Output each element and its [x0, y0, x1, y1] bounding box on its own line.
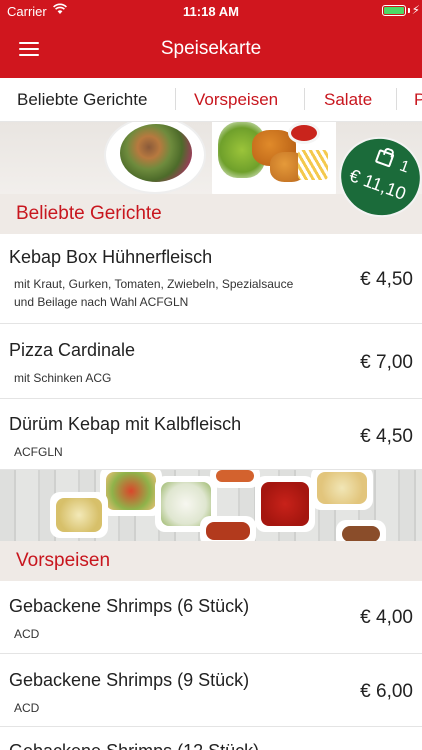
menu-item[interactable]: Gebackene Shrimps (6 Stück) ACD € 4,00: [0, 581, 422, 654]
starter-bowl-image: [200, 516, 256, 541]
status-bar: Carrier 11:18 AM ⚡: [0, 0, 422, 22]
tab-next-category[interactable]: P: [414, 90, 422, 110]
item-name: Kebap Box Hühnerfleisch: [9, 247, 213, 267]
tab-divider: [175, 88, 176, 110]
status-time: 11:18 AM: [183, 4, 239, 19]
tab-salate[interactable]: Salate: [324, 90, 372, 110]
item-price: € 4,50: [360, 269, 413, 290]
shopping-bag-icon: [374, 148, 395, 168]
item-name: Gebackene Shrimps (12 Stück): [9, 741, 259, 750]
item-name: Gebackene Shrimps (9 Stück): [9, 670, 250, 690]
menu-item[interactable]: Gebackene Shrimps (12 Stück): [0, 727, 422, 750]
category-tabs: Beliebte Gerichte Vorspeisen Salate P: [0, 78, 422, 122]
tab-divider: [304, 88, 305, 110]
starter-bowl-image: [336, 520, 386, 541]
app-header: Carrier 11:18 AM ⚡ Speisekarte: [0, 0, 422, 78]
cart-count: 1: [397, 157, 412, 177]
item-description: ACD: [14, 701, 40, 715]
section-title: Vorspeisen: [16, 550, 111, 571]
chicken-plate-image: [212, 122, 336, 194]
item-description: mit Kraut, Gurken, Tomaten, Zwiebeln, Sp…: [14, 277, 294, 309]
item-price: € 4,00: [360, 607, 413, 628]
starter-bowl-image: [100, 470, 162, 516]
menu-item[interactable]: Dürüm Kebap mit Kalbfleisch ACFGLN € 4,5…: [0, 399, 422, 470]
tab-vorspeisen[interactable]: Vorspeisen: [194, 90, 278, 110]
item-description: ACD: [14, 627, 40, 641]
page-title: Speisekarte: [160, 38, 262, 59]
starter-bowl-image: [311, 470, 373, 510]
tab-divider: [396, 88, 397, 110]
item-name: Pizza Cardinale: [9, 340, 136, 360]
battery-cap: [408, 8, 410, 13]
item-name: Gebackene Shrimps (6 Stück): [9, 596, 250, 616]
salad-plate-image: [104, 122, 206, 194]
menu-item[interactable]: Kebap Box Hühnerfleisch mit Kraut, Gurke…: [0, 234, 422, 324]
starter-bowl-image: [210, 470, 260, 488]
menu-item[interactable]: Gebackene Shrimps (9 Stück) ACD € 6,00: [0, 654, 422, 727]
section-header-vorspeisen: Vorspeisen: [0, 541, 422, 581]
battery-icon: [382, 5, 406, 16]
item-description: ACFGLN: [14, 445, 63, 459]
section-title: Beliebte Gerichte: [16, 203, 162, 224]
item-price: € 6,00: [360, 681, 413, 702]
item-name: Dürüm Kebap mit Kalbfleisch: [9, 414, 242, 434]
menu-item[interactable]: Pizza Cardinale mit Schinken ACG € 7,00: [0, 324, 422, 399]
charging-icon: ⚡: [411, 3, 420, 17]
starter-bowl-image: [255, 476, 315, 532]
item-description: mit Schinken ACG: [14, 371, 112, 385]
starter-bowl-image: [50, 492, 108, 538]
tab-beliebte-gerichte[interactable]: Beliebte Gerichte: [17, 90, 147, 110]
item-price: € 4,50: [360, 426, 413, 447]
item-price: € 7,00: [360, 352, 413, 373]
food-banner-starters: [0, 470, 422, 541]
